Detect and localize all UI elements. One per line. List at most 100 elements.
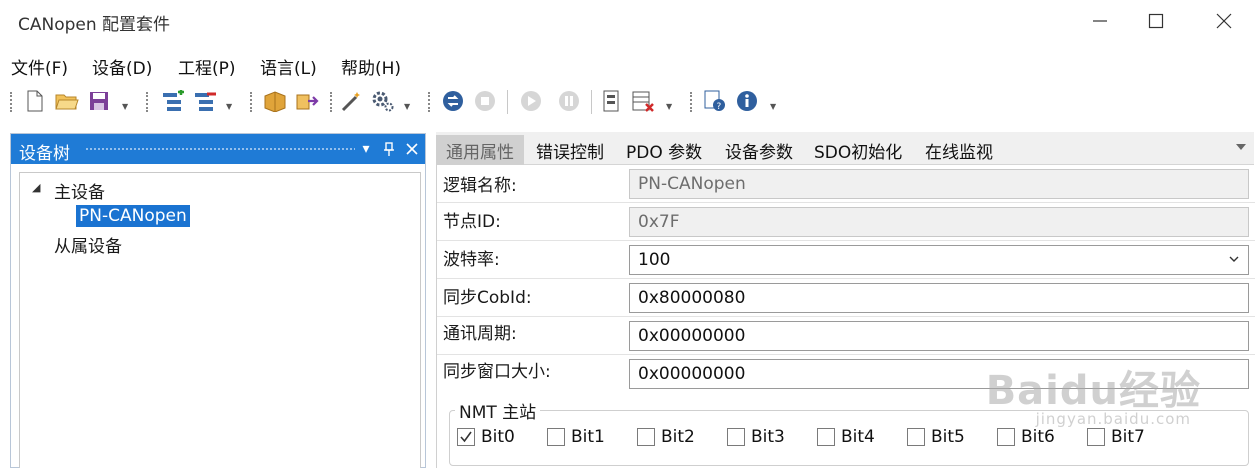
device-list-icon[interactable] xyxy=(598,88,624,114)
node-id-label: 节点ID: xyxy=(443,212,501,232)
sync-window-label: 同步窗口大小: xyxy=(443,362,551,382)
tree-node-master[interactable]: 主设备 xyxy=(54,178,105,203)
play-icon[interactable] xyxy=(518,88,544,114)
panel-close-icon[interactable] xyxy=(402,139,422,159)
expand-triangle-icon[interactable]: ◢ xyxy=(32,181,40,194)
toolbar-separator xyxy=(507,90,508,114)
baud-rate-label: 波特率: xyxy=(443,250,500,270)
info-dropdown-icon[interactable]: ▼ xyxy=(770,102,776,111)
device-tree-title: 设备树 xyxy=(19,144,70,164)
delete-config-icon[interactable] xyxy=(630,88,656,114)
toolbar: ▼ ▼ ▼ ▼ ? ▼ xyxy=(0,84,1257,120)
wizard-icon[interactable] xyxy=(338,88,364,114)
tab-pdo[interactable]: PDO 参数 xyxy=(626,135,702,165)
comm-cycle-field[interactable]: 0x00000000 xyxy=(629,321,1249,351)
toolbar-grip[interactable] xyxy=(330,92,333,112)
toolbar-separator xyxy=(591,90,592,114)
menu-language[interactable]: 语言(L) xyxy=(260,54,317,79)
checkbox-box[interactable] xyxy=(637,428,655,446)
menu-help[interactable]: 帮助(H) xyxy=(341,54,401,79)
tab-overflow-chevron-down-icon[interactable] xyxy=(1236,144,1246,151)
checkbox-box[interactable] xyxy=(817,428,835,446)
save-dropdown-icon[interactable]: ▼ xyxy=(122,102,128,111)
checkmark-icon xyxy=(460,431,472,443)
panel-menu-chevron-down-icon[interactable]: ▾ xyxy=(356,139,376,159)
menu-file[interactable]: 文件(F) xyxy=(11,54,68,79)
checkbox-box[interactable] xyxy=(1087,428,1105,446)
maximize-icon xyxy=(1148,13,1164,29)
new-file-icon[interactable] xyxy=(22,88,48,114)
svg-text:?: ? xyxy=(717,102,722,112)
row-divider xyxy=(437,202,1255,203)
row-divider xyxy=(437,316,1255,317)
open-folder-icon[interactable] xyxy=(54,88,80,114)
close-icon xyxy=(1216,13,1232,29)
export-icon[interactable] xyxy=(294,88,320,114)
chevron-down-icon xyxy=(1229,256,1239,262)
maximize-button[interactable] xyxy=(1128,0,1184,42)
toolbar-grip[interactable] xyxy=(146,92,149,112)
header-grip[interactable] xyxy=(85,147,355,152)
remove-device-icon[interactable] xyxy=(192,88,218,114)
device-dropdown-icon[interactable]: ▼ xyxy=(226,102,232,111)
tab-general[interactable]: 通用属性 xyxy=(436,135,524,165)
sync-cobid-label: 同步CobId: xyxy=(443,288,532,308)
help-doc-icon[interactable]: ? xyxy=(702,88,728,114)
bit3-checkbox[interactable]: Bit3 xyxy=(727,427,785,447)
close-button[interactable] xyxy=(1196,0,1252,42)
tree-node-slaves[interactable]: 从属设备 xyxy=(54,232,122,257)
checkbox-box[interactable] xyxy=(907,428,925,446)
bit2-checkbox[interactable]: Bit2 xyxy=(637,427,695,447)
bit1-checkbox[interactable]: Bit1 xyxy=(547,427,605,447)
tab-device-params[interactable]: 设备参数 xyxy=(725,135,793,165)
minimize-button[interactable] xyxy=(1072,0,1128,42)
title-bar: CANopen 配置套件 xyxy=(0,0,1257,42)
tree-node-pn-canopen[interactable]: PN-CANopen xyxy=(76,205,190,227)
row-divider xyxy=(437,240,1255,241)
menu-project[interactable]: 工程(P) xyxy=(178,54,236,79)
bit6-checkbox[interactable]: Bit6 xyxy=(997,427,1055,447)
tab-online-monitor[interactable]: 在线监视 xyxy=(925,135,993,165)
checkbox-box[interactable] xyxy=(997,428,1015,446)
stop-icon[interactable] xyxy=(472,88,498,114)
device-tree-header: 设备树 ▾ xyxy=(11,134,425,164)
baud-rate-select[interactable]: 100 xyxy=(629,245,1249,275)
tab-sdo-init[interactable]: SDO初始化 xyxy=(814,135,902,165)
toolbar-grip[interactable] xyxy=(10,92,13,112)
checkbox-box[interactable] xyxy=(727,428,745,446)
minimize-icon xyxy=(1093,20,1107,22)
tab-error-control[interactable]: 错误控制 xyxy=(536,135,604,165)
config-dropdown-icon[interactable]: ▼ xyxy=(666,102,672,111)
watermark-logo: Baidu经验 xyxy=(985,368,1201,414)
add-device-icon[interactable] xyxy=(160,88,186,114)
tab-bar: 通用属性 错误控制 PDO 参数 设备参数 SDO初始化 在线监视 xyxy=(436,132,1254,165)
toolbar-grip[interactable] xyxy=(428,92,431,112)
device-tree-panel: 设备树 ▾ ◢ 主设备 PN-CANopen 从属设备 xyxy=(10,133,426,468)
pause-icon[interactable] xyxy=(556,88,582,114)
menu-device[interactable]: 设备(D) xyxy=(92,54,152,79)
window-title: CANopen 配置套件 xyxy=(18,15,171,35)
toolbar-grip[interactable] xyxy=(690,92,693,112)
bit7-checkbox[interactable]: Bit7 xyxy=(1087,427,1145,447)
checkbox-box[interactable] xyxy=(457,428,475,446)
node-id-field[interactable]: 0x7F xyxy=(629,207,1249,237)
logical-name-field[interactable]: PN-CANopen xyxy=(629,169,1249,199)
settings-dropdown-icon[interactable]: ▼ xyxy=(404,102,410,111)
checkbox-box[interactable] xyxy=(547,428,565,446)
bit5-checkbox[interactable]: Bit5 xyxy=(907,427,965,447)
watermark-url: jingyan.baidu.com xyxy=(1035,410,1191,428)
info-icon[interactable] xyxy=(734,88,760,114)
pin-icon[interactable] xyxy=(379,139,399,159)
import-icon[interactable] xyxy=(262,88,288,114)
device-tree: ◢ 主设备 PN-CANopen 从属设备 xyxy=(19,172,421,468)
save-icon[interactable] xyxy=(86,88,112,114)
comm-cycle-label: 通讯周期: xyxy=(443,324,517,344)
sync-cobid-field[interactable]: 0x80000080 xyxy=(629,283,1249,313)
logical-name-label: 逻辑名称: xyxy=(443,176,517,196)
connect-icon[interactable] xyxy=(440,88,466,114)
bit0-checkbox[interactable]: Bit0 xyxy=(457,427,515,447)
bit4-checkbox[interactable]: Bit4 xyxy=(817,427,875,447)
settings-gear-icon[interactable] xyxy=(370,88,396,114)
toolbar-grip[interactable] xyxy=(250,92,253,112)
row-divider xyxy=(437,354,1255,355)
